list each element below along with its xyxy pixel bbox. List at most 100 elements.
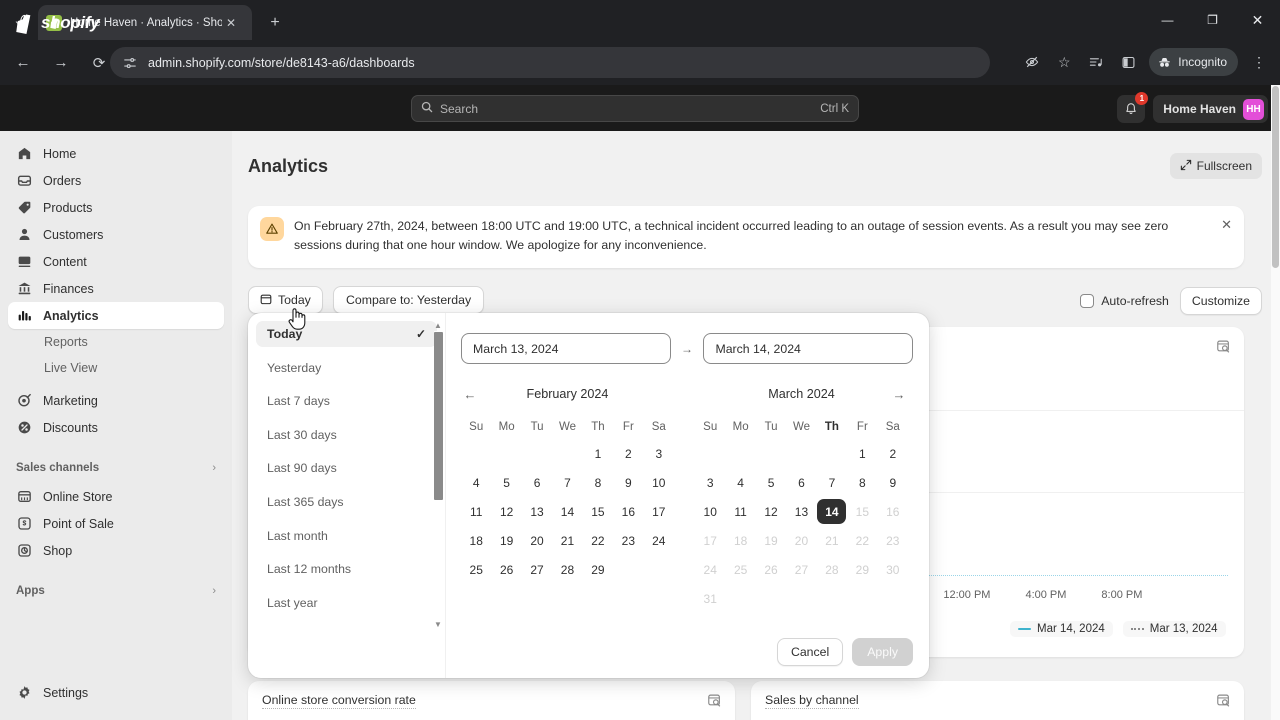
- sidebar-section-sales-channels[interactable]: Sales channels ›: [8, 455, 224, 481]
- notifications-button[interactable]: 1: [1117, 92, 1149, 123]
- close-icon[interactable]: ✕: [222, 14, 240, 32]
- start-date-input[interactable]: March 13, 2024: [461, 333, 671, 364]
- sidebar-item-online-store[interactable]: Online Store: [8, 483, 224, 510]
- sidebar-item-finances[interactable]: Finances: [8, 275, 224, 302]
- incognito-indicator[interactable]: Incognito: [1149, 48, 1238, 76]
- calendar-day-cell[interactable]: 14: [817, 497, 847, 526]
- sidebar-item-home[interactable]: Home: [8, 140, 224, 167]
- calendar-day-cell[interactable]: 13: [522, 497, 552, 526]
- auto-refresh-toggle[interactable]: Auto-refresh: [1080, 294, 1169, 308]
- sidebar-item-point-of-sale[interactable]: Point of Sale: [8, 510, 224, 537]
- calendar-day-cell[interactable]: 24: [644, 526, 674, 555]
- shopify-logo[interactable]: shopify: [14, 12, 100, 34]
- end-date-input[interactable]: March 14, 2024: [703, 333, 913, 364]
- fullscreen-button[interactable]: Fullscreen: [1169, 153, 1262, 179]
- prev-month-icon[interactable]: ←: [461, 387, 479, 402]
- downloads-icon[interactable]: [1081, 47, 1111, 77]
- calendar-day-cell[interactable]: 14: [552, 497, 582, 526]
- calendar-day-cell[interactable]: 6: [522, 468, 552, 497]
- sidebar-item-marketing[interactable]: Marketing: [8, 387, 224, 414]
- legend-item[interactable]: Mar 13, 2024: [1122, 621, 1226, 637]
- date-range-button[interactable]: Today: [248, 286, 323, 314]
- calendar-day-cell[interactable]: 12: [756, 497, 786, 526]
- chevron-right-icon[interactable]: ›: [212, 585, 216, 597]
- calendar-day-cell[interactable]: 28: [552, 555, 582, 584]
- calendar-day-cell[interactable]: 21: [552, 526, 582, 555]
- page-scrollbar[interactable]: [1271, 85, 1280, 720]
- forward-icon[interactable]: →: [46, 48, 76, 78]
- calendar-day-cell[interactable]: 20: [522, 526, 552, 555]
- preset-last-year[interactable]: Last year: [256, 590, 437, 616]
- calendar-day-cell[interactable]: 25: [461, 555, 491, 584]
- calendar-day-cell[interactable]: 23: [613, 526, 643, 555]
- preset-last-30-days[interactable]: Last 30 days: [256, 422, 437, 448]
- view-report-icon[interactable]: [1215, 338, 1231, 354]
- scroll-down-icon[interactable]: ▼: [431, 619, 445, 630]
- legend-item[interactable]: Mar 14, 2024: [1010, 621, 1113, 637]
- global-search-input[interactable]: Search Ctrl K: [411, 95, 859, 122]
- next-month-icon[interactable]: →: [890, 387, 908, 402]
- cancel-button[interactable]: Cancel: [776, 638, 844, 666]
- calendar-day-cell[interactable]: 1: [847, 439, 877, 468]
- calendar-day-cell[interactable]: 4: [461, 468, 491, 497]
- preset-list-scrollbar[interactable]: ▲ ▼: [431, 320, 445, 630]
- calendar-day-cell[interactable]: 8: [583, 468, 613, 497]
- calendar-day-cell[interactable]: 7: [817, 468, 847, 497]
- calendar-day-cell[interactable]: 5: [491, 468, 521, 497]
- sidebar-item-orders[interactable]: Orders: [8, 167, 224, 194]
- calendar-day-cell[interactable]: 10: [695, 497, 725, 526]
- preset-last-12-months[interactable]: Last 12 months: [256, 556, 437, 582]
- sidebar-item-live-view[interactable]: Live View: [8, 355, 224, 381]
- browser-menu-icon[interactable]: ⋮: [1244, 47, 1274, 77]
- calendar-day-cell[interactable]: 2: [878, 439, 908, 468]
- calendar-day-cell[interactable]: 22: [583, 526, 613, 555]
- sidebar-section-apps[interactable]: Apps ›: [8, 578, 224, 604]
- calendar-day-cell[interactable]: 16: [613, 497, 643, 526]
- close-icon[interactable]: ✕: [1215, 217, 1232, 233]
- calendar-day-cell[interactable]: 10: [644, 468, 674, 497]
- sidebar-item-discounts[interactable]: Discounts: [8, 414, 224, 441]
- split-view-icon[interactable]: [1113, 47, 1143, 77]
- calendar-day-cell[interactable]: 19: [491, 526, 521, 555]
- apply-button[interactable]: Apply: [852, 638, 913, 666]
- sidebar-item-analytics[interactable]: Analytics: [8, 302, 224, 329]
- calendar-day-cell[interactable]: 12: [491, 497, 521, 526]
- view-report-icon[interactable]: [706, 692, 722, 708]
- calendar-day-cell[interactable]: 15: [583, 497, 613, 526]
- sidebar-item-reports[interactable]: Reports: [8, 329, 224, 355]
- back-icon[interactable]: ←: [8, 48, 38, 78]
- preset-today[interactable]: Today ✓: [256, 321, 437, 347]
- minimize-icon[interactable]: —: [1145, 0, 1190, 40]
- calendar-day-cell[interactable]: 9: [878, 468, 908, 497]
- calendar-day-cell[interactable]: 3: [644, 439, 674, 468]
- calendar-day-cell[interactable]: 3: [695, 468, 725, 497]
- sidebar-item-settings[interactable]: Settings: [8, 679, 224, 706]
- address-bar[interactable]: admin.shopify.com/store/de8143-a6/dashbo…: [110, 47, 990, 78]
- customize-button[interactable]: Customize: [1179, 287, 1262, 315]
- new-tab-button[interactable]: +: [262, 10, 288, 36]
- sidebar-item-products[interactable]: Products: [8, 194, 224, 221]
- calendar-day-cell[interactable]: 5: [756, 468, 786, 497]
- calendar-day-cell[interactable]: 9: [613, 468, 643, 497]
- calendar-day-cell[interactable]: 11: [725, 497, 755, 526]
- bookmark-star-icon[interactable]: ☆: [1049, 47, 1079, 77]
- calendar-day-cell[interactable]: 6: [786, 468, 816, 497]
- calendar-day-cell[interactable]: 27: [522, 555, 552, 584]
- preset-last-90-days[interactable]: Last 90 days: [256, 455, 437, 481]
- scrollbar-thumb[interactable]: [434, 332, 443, 500]
- sidebar-item-shop[interactable]: Shop: [8, 537, 224, 564]
- hide-password-icon[interactable]: [1017, 47, 1047, 77]
- preset-yesterday[interactable]: Yesterday: [256, 355, 437, 381]
- auto-refresh-checkbox[interactable]: [1080, 294, 1095, 308]
- sidebar-item-content[interactable]: Content: [8, 248, 224, 275]
- view-report-icon[interactable]: [1215, 692, 1231, 708]
- page-scrollbar-thumb[interactable]: [1272, 86, 1279, 268]
- site-settings-icon[interactable]: [122, 55, 138, 71]
- calendar-day-cell[interactable]: 8: [847, 468, 877, 497]
- preset-last-7-days[interactable]: Last 7 days: [256, 388, 437, 414]
- calendar-day-cell[interactable]: 29: [583, 555, 613, 584]
- preset-last-365-days[interactable]: Last 365 days: [256, 489, 437, 515]
- calendar-day-cell[interactable]: 2: [613, 439, 643, 468]
- compare-button[interactable]: Compare to: Yesterday: [333, 286, 485, 314]
- sidebar-item-customers[interactable]: Customers: [8, 221, 224, 248]
